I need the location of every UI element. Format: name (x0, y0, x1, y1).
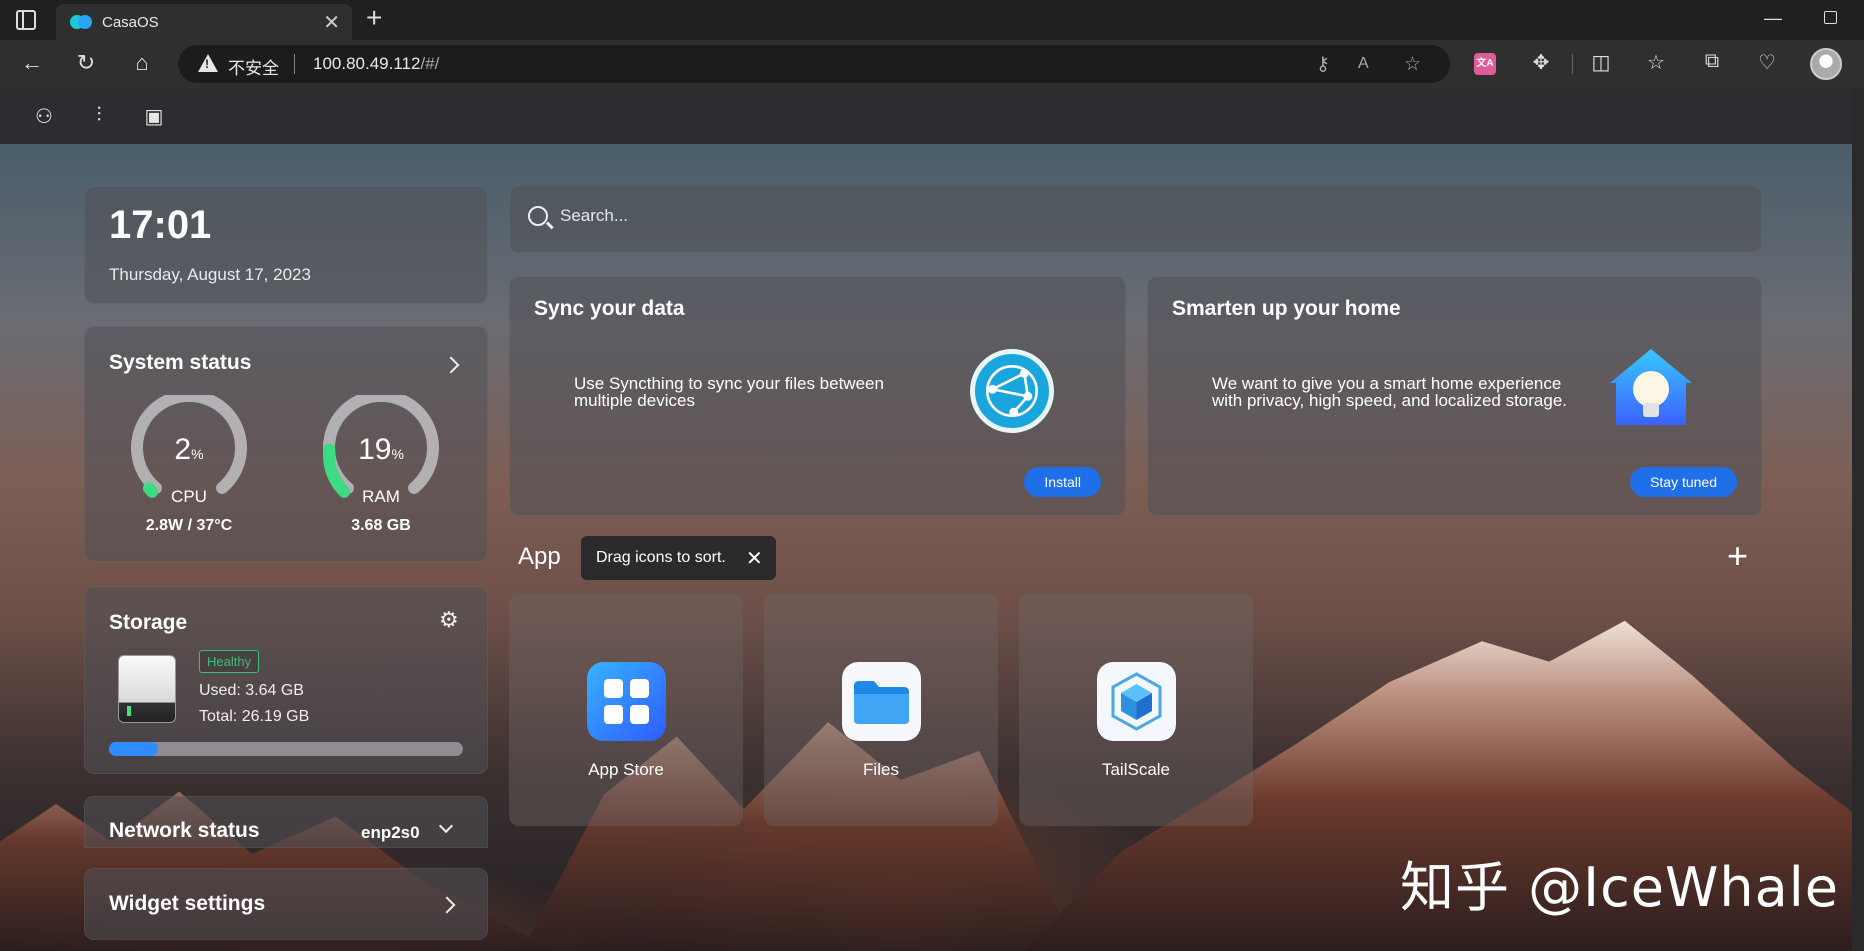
stay-tuned-button[interactable]: Stay tuned (1630, 467, 1737, 497)
app-tile-tailscale[interactable]: TailScale (1019, 594, 1253, 826)
storage-used: Used: 3.64 GB (199, 682, 304, 699)
promo-description: Use Syncthing to sync your files between… (574, 374, 884, 410)
translate-icon[interactable]: 文A (1474, 53, 1496, 75)
cpu-label: CPU (171, 487, 207, 506)
divider (294, 54, 295, 74)
chevron-down-icon[interactable] (438, 818, 454, 834)
maximize-window-icon[interactable] (1824, 11, 1837, 24)
syncthing-icon (970, 349, 1054, 433)
promo-title: Sync your data (534, 297, 685, 320)
cpu-percent: 2 (174, 433, 192, 466)
network-status-title: Network status (109, 819, 260, 842)
system-status-widget: System status 2% CPU 2.8W / 37°C 19% RAM… (84, 326, 488, 562)
settings-sliders-icon[interactable]: ⫶ (87, 104, 111, 128)
storage-usage-fill (109, 742, 159, 756)
apps-section-title: App (518, 543, 561, 570)
tab-title: CasaOS (102, 14, 159, 31)
smart-home-icon (1610, 349, 1692, 425)
refresh-icon[interactable]: ↻ (72, 50, 100, 76)
promo-card-sync: Sync your data Use Syncthing to sync you… (509, 276, 1126, 516)
system-status-title: System status (109, 351, 252, 374)
app-label: TailScale (1101, 760, 1171, 779)
url-path: /#/ (420, 54, 440, 73)
casaos-favicon-icon (70, 15, 92, 29)
clock-date: Thursday, August 17, 2023 (109, 265, 311, 284)
user-settings-icon[interactable]: ⚇ (32, 104, 56, 128)
split-screen-icon[interactable]: ◫ (1588, 50, 1614, 75)
storage-title: Storage (109, 611, 188, 634)
promo-card-smart-home: Smarten up your home We want to give you… (1147, 276, 1762, 516)
folder-icon (842, 662, 921, 741)
gear-icon[interactable]: ⚙ (439, 607, 459, 633)
ram-label: RAM (362, 487, 400, 506)
network-interface[interactable]: enp2s0 (361, 823, 420, 843)
page-scrollbar[interactable] (1852, 88, 1864, 951)
search-bar[interactable] (509, 185, 1762, 253)
cpu-detail: 2.8W / 37°C (145, 517, 233, 534)
chevron-right-icon[interactable] (442, 356, 460, 374)
read-aloud-icon[interactable]: A (1358, 55, 1369, 73)
favorite-star-icon[interactable]: ☆ (1404, 53, 1421, 76)
chevron-right-icon[interactable] (438, 896, 456, 914)
clock-widget: 17:01 Thursday, August 17, 2023 (84, 186, 488, 304)
storage-usage-bar (109, 742, 463, 756)
search-icon (528, 206, 548, 226)
browser-essentials-icon[interactable]: ♡ (1754, 50, 1780, 75)
browser-tab[interactable]: CasaOS ✕ (56, 4, 352, 40)
install-button[interactable]: Install (1024, 467, 1101, 497)
ram-detail: 3.68 GB (351, 517, 411, 534)
terminal-icon[interactable]: ▣ (142, 104, 166, 128)
promo-description: We want to give you a smart home experie… (1212, 374, 1567, 410)
password-key-icon[interactable]: ⚷ (1316, 53, 1330, 76)
divider (1572, 54, 1573, 74)
browser-toolbar: ← ↻ ⌂ 不安全 100.80.49.112/#/ ⚷ A ☆ 文A ✥ ◫ … (0, 40, 1864, 88)
app-tile-files[interactable]: Files (764, 594, 998, 826)
browser-tab-bar: CasaOS ✕ + — (0, 0, 1864, 40)
insecure-label[interactable]: 不安全 (228, 54, 279, 79)
drag-hint-tooltip: Drag icons to sort. ✕ (581, 536, 776, 580)
app-tile-app-store[interactable]: App Store (509, 594, 743, 826)
storage-widget: Storage ⚙ Healthy Used: 3.64 GB Total: 2… (84, 586, 488, 774)
promo-title: Smarten up your home (1172, 297, 1401, 320)
url-text[interactable]: 100.80.49.112/#/ (313, 54, 439, 74)
warning-icon[interactable] (198, 54, 218, 72)
app-label: App Store (588, 760, 664, 779)
tooltip-text: Drag icons to sort. (596, 549, 726, 566)
favorites-icon[interactable]: ☆ (1643, 50, 1669, 75)
widget-settings-button[interactable]: Widget settings (84, 868, 488, 940)
ram-value: 19% (321, 433, 441, 467)
minimize-window-icon[interactable]: — (1764, 8, 1782, 29)
close-tab-icon[interactable]: ✕ (323, 10, 340, 35)
cpu-unit: % (191, 446, 204, 462)
cpu-value: 2% (129, 433, 249, 467)
tab-actions-icon[interactable] (16, 10, 36, 30)
ram-unit: % (391, 446, 404, 462)
add-app-button[interactable]: + (1727, 536, 1748, 576)
clock-time: 17:01 (109, 203, 212, 247)
search-input[interactable] (560, 196, 1730, 236)
extensions-icon[interactable]: ✥ (1528, 50, 1554, 75)
app-store-icon (587, 662, 666, 741)
back-icon[interactable]: ← (18, 50, 46, 76)
storage-total: Total: 26.19 GB (199, 708, 310, 725)
url-host: 100.80.49.112 (313, 54, 421, 73)
network-status-widget[interactable]: Network status enp2s0 (84, 796, 488, 848)
casaos-header: ⚇ ⫶ ▣ (0, 88, 1852, 144)
profile-avatar[interactable] (1810, 48, 1842, 80)
app-label: Files (863, 760, 899, 779)
address-bar[interactable]: 不安全 100.80.49.112/#/ ⚷ A ☆ (178, 45, 1450, 83)
watermark-text: 知乎 @IceWhale (1400, 856, 1839, 919)
home-icon[interactable]: ⌂ (128, 50, 156, 76)
collections-icon[interactable]: ⧉ (1699, 50, 1725, 73)
ram-percent: 19 (358, 433, 392, 466)
status-badge: Healthy (199, 650, 260, 673)
new-tab-icon[interactable]: + (366, 2, 382, 34)
widget-settings-title: Widget settings (109, 892, 266, 915)
tailscale-cube-icon (1097, 662, 1176, 741)
close-icon[interactable]: ✕ (746, 546, 763, 571)
hard-disk-icon (118, 655, 176, 723)
